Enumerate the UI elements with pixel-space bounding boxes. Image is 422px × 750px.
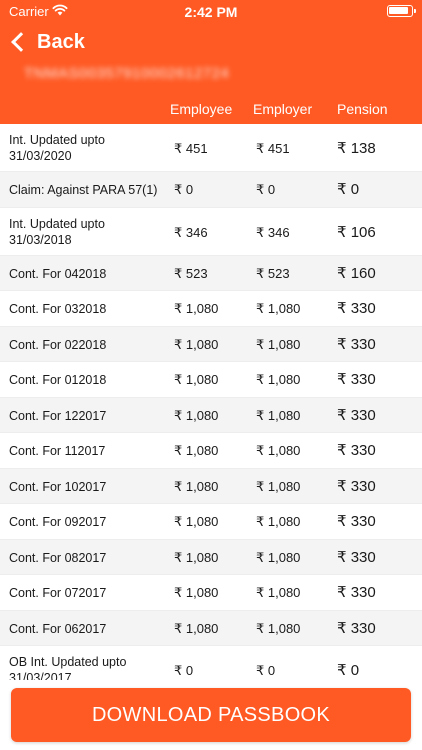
status-bar: Carrier 2:42 PM (0, 0, 422, 24)
list-item: Cont. For 082017 ₹ 1,080 ₹ 1,080 ₹ 330 (0, 539, 422, 575)
list-item: Int. Updated upto 31/03/2018 ₹ 346 ₹ 346… (0, 208, 422, 256)
employee-amount: ₹ 451 (174, 141, 208, 156)
download-bar: DOWNLOAD PASSBOOK (0, 680, 422, 750)
chevron-left-icon (11, 32, 31, 52)
list-item: Cont. For 062017 ₹ 1,080 ₹ 1,080 ₹ 330 (0, 610, 422, 646)
employee-amount: ₹ 1,080 (174, 585, 219, 600)
list-item: Cont. For 012018 ₹ 1,080 ₹ 1,080 ₹ 330 (0, 362, 422, 398)
pension-amount: ₹ 330 (337, 548, 376, 566)
entry-description: Int. Updated upto 31/03/2018 (9, 216, 105, 247)
pension-amount: ₹ 330 (337, 442, 376, 459)
employer-amount: ₹ 0 (256, 663, 276, 678)
pension-amount: ₹ 160 (337, 264, 376, 282)
download-passbook-button[interactable]: DOWNLOAD PASSBOOK (11, 688, 411, 742)
pension-amount: ₹ 0 (337, 181, 360, 198)
app-header: Carrier 2:42 PM Back TNMAS00357910002612… (0, 0, 422, 124)
employer-amount: ₹ 451 (256, 141, 290, 156)
employer-amount: ₹ 1,080 (256, 514, 301, 529)
list-item: Int. Updated upto 31/03/2020 ₹ 451 ₹ 451… (0, 124, 422, 172)
entry-description: Cont. For 082017 (9, 550, 107, 565)
pension-amount: ₹ 330 (337, 335, 376, 353)
employer-amount: ₹ 346 (256, 224, 290, 240)
list-item: Cont. For 022018 ₹ 1,080 ₹ 1,080 ₹ 330 (0, 326, 422, 362)
employee-amount: ₹ 0 (174, 182, 194, 197)
pension-amount: ₹ 330 (337, 371, 376, 388)
list-item: Cont. For 102017 ₹ 1,080 ₹ 1,080 ₹ 330 (0, 468, 422, 504)
entry-description: Cont. For 062017 (9, 621, 107, 636)
entry-description: Cont. For 032018 (9, 302, 107, 316)
pension-amount: ₹ 0 (337, 662, 360, 679)
employee-amount: ₹ 1,080 (174, 620, 219, 636)
entry-description: Cont. For 012018 (9, 373, 107, 387)
pension-amount: ₹ 138 (337, 140, 376, 157)
employee-amount: ₹ 346 (174, 224, 208, 240)
column-header-pension: Pension (337, 101, 388, 117)
employer-amount: ₹ 1,080 (256, 407, 301, 423)
entry-description: Cont. For 042018 (9, 266, 107, 281)
employee-amount: ₹ 0 (174, 663, 194, 678)
battery-icon (387, 5, 416, 17)
list-item: Cont. For 092017 ₹ 1,080 ₹ 1,080 ₹ 330 (0, 504, 422, 540)
pension-amount: ₹ 330 (337, 406, 376, 424)
entry-description: Claim: Against PARA 57(1) (9, 183, 158, 197)
employer-amount: ₹ 1,080 (256, 620, 301, 636)
column-headers: Employee Employer Pension (0, 98, 422, 120)
list-item: Cont. For 032018 ₹ 1,080 ₹ 1,080 ₹ 330 (0, 291, 422, 327)
employer-amount: ₹ 1,080 (256, 301, 301, 316)
entry-description: Cont. For 092017 (9, 515, 107, 529)
employer-amount: ₹ 1,080 (256, 549, 301, 565)
entry-description: Cont. For 072017 (9, 586, 107, 600)
list-item: OB Int. Updated upto 31/03/2017 ₹ 0 ₹ 0 … (0, 646, 422, 680)
passbook-list[interactable]: Int. Updated upto 31/03/2020 ₹ 451 ₹ 451… (0, 124, 422, 680)
status-time: 2:42 PM (184, 4, 238, 20)
entry-description: Cont. For 122017 (9, 408, 107, 423)
employer-amount: ₹ 1,080 (256, 336, 301, 352)
employee-amount: ₹ 1,080 (174, 372, 219, 387)
employer-amount: ₹ 1,080 (256, 443, 301, 458)
entry-description: Cont. For 102017 (9, 479, 107, 494)
account-number: TNMAS00357910002612724 (24, 65, 230, 82)
column-header-employer: Employer (253, 101, 313, 117)
pension-amount: ₹ 106 (337, 223, 376, 241)
employee-amount: ₹ 1,080 (174, 336, 219, 352)
pension-amount: ₹ 330 (337, 300, 376, 317)
list-item: Cont. For 122017 ₹ 1,080 ₹ 1,080 ₹ 330 (0, 397, 422, 433)
employee-amount: ₹ 1,080 (174, 478, 219, 494)
pension-amount: ₹ 330 (337, 584, 376, 601)
employee-amount: ₹ 1,080 (174, 301, 219, 316)
column-header-employee: Employee (170, 101, 233, 117)
employee-amount: ₹ 1,080 (174, 407, 219, 423)
employee-amount: ₹ 1,080 (174, 443, 219, 458)
pension-amount: ₹ 330 (337, 477, 376, 495)
back-label: Back (37, 30, 85, 53)
employee-amount: ₹ 1,080 (174, 514, 219, 529)
list-item: Cont. For 072017 ₹ 1,080 ₹ 1,080 ₹ 330 (0, 575, 422, 611)
employer-amount: ₹ 0 (256, 182, 276, 197)
entry-description: Cont. For 112017 (9, 444, 106, 458)
employee-amount: ₹ 523 (174, 265, 208, 281)
employer-amount: ₹ 523 (256, 265, 290, 281)
list-item: Claim: Against PARA 57(1) ₹ 0 ₹ 0 ₹ 0 (0, 172, 422, 208)
employer-amount: ₹ 1,080 (256, 372, 301, 387)
employer-amount: ₹ 1,080 (256, 585, 301, 600)
pension-amount: ₹ 330 (337, 513, 376, 530)
list-item: Cont. For 112017 ₹ 1,080 ₹ 1,080 ₹ 330 (0, 433, 422, 469)
pension-amount: ₹ 330 (337, 619, 376, 637)
employer-amount: ₹ 1,080 (256, 478, 301, 494)
entry-description: OB Int. Updated upto 31/03/2017 (9, 655, 127, 680)
list-item: Cont. For 042018 ₹ 523 ₹ 523 ₹ 160 (0, 255, 422, 291)
employee-amount: ₹ 1,080 (174, 549, 219, 565)
back-button[interactable]: Back (8, 28, 85, 56)
entry-description: Cont. For 022018 (9, 337, 107, 352)
entry-description: Int. Updated upto 31/03/2020 (9, 133, 105, 163)
